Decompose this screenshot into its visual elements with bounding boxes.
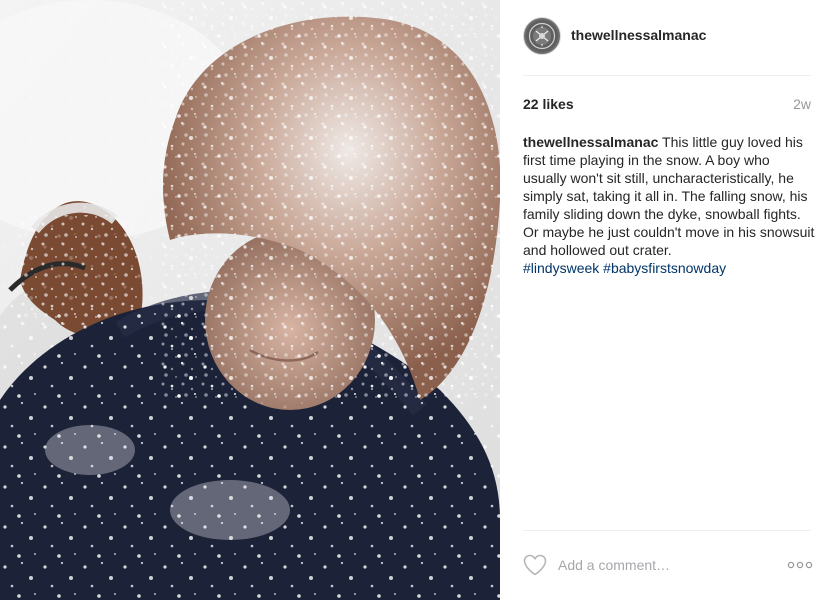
comment-divider	[523, 530, 811, 531]
comment-bar	[523, 550, 813, 580]
avatar[interactable]	[523, 17, 561, 55]
likes-row: 22 likes 2w	[523, 96, 811, 112]
heart-outline-icon	[523, 554, 547, 576]
snow-child-photo	[0, 0, 500, 600]
hashtag-link[interactable]: #babysfirstsnowday	[603, 260, 726, 276]
post-details-panel: thewellnessalmanac 22 likes 2w thewellne…	[500, 0, 833, 600]
caption-text: This little guy loved his first time pla…	[523, 134, 815, 258]
like-button[interactable]	[523, 553, 547, 577]
comment-input[interactable]	[558, 555, 787, 575]
post-age: 2w	[793, 96, 811, 112]
instagram-post: thewellnessalmanac 22 likes 2w thewellne…	[0, 0, 833, 600]
header-divider	[523, 75, 811, 76]
post-username[interactable]: thewellnessalmanac	[571, 27, 706, 43]
likes-count[interactable]: 22 likes	[523, 96, 574, 112]
more-options-button[interactable]	[787, 553, 813, 577]
post-photo[interactable]	[0, 0, 500, 600]
caption-username[interactable]: thewellnessalmanac	[523, 134, 658, 150]
seal-logo-icon	[526, 20, 558, 52]
hashtag-link[interactable]: #lindysweek	[523, 260, 599, 276]
post-caption: thewellnessalmanac This little guy loved…	[523, 133, 815, 277]
post-header: thewellnessalmanac	[523, 17, 811, 75]
more-options-icon	[787, 561, 813, 569]
